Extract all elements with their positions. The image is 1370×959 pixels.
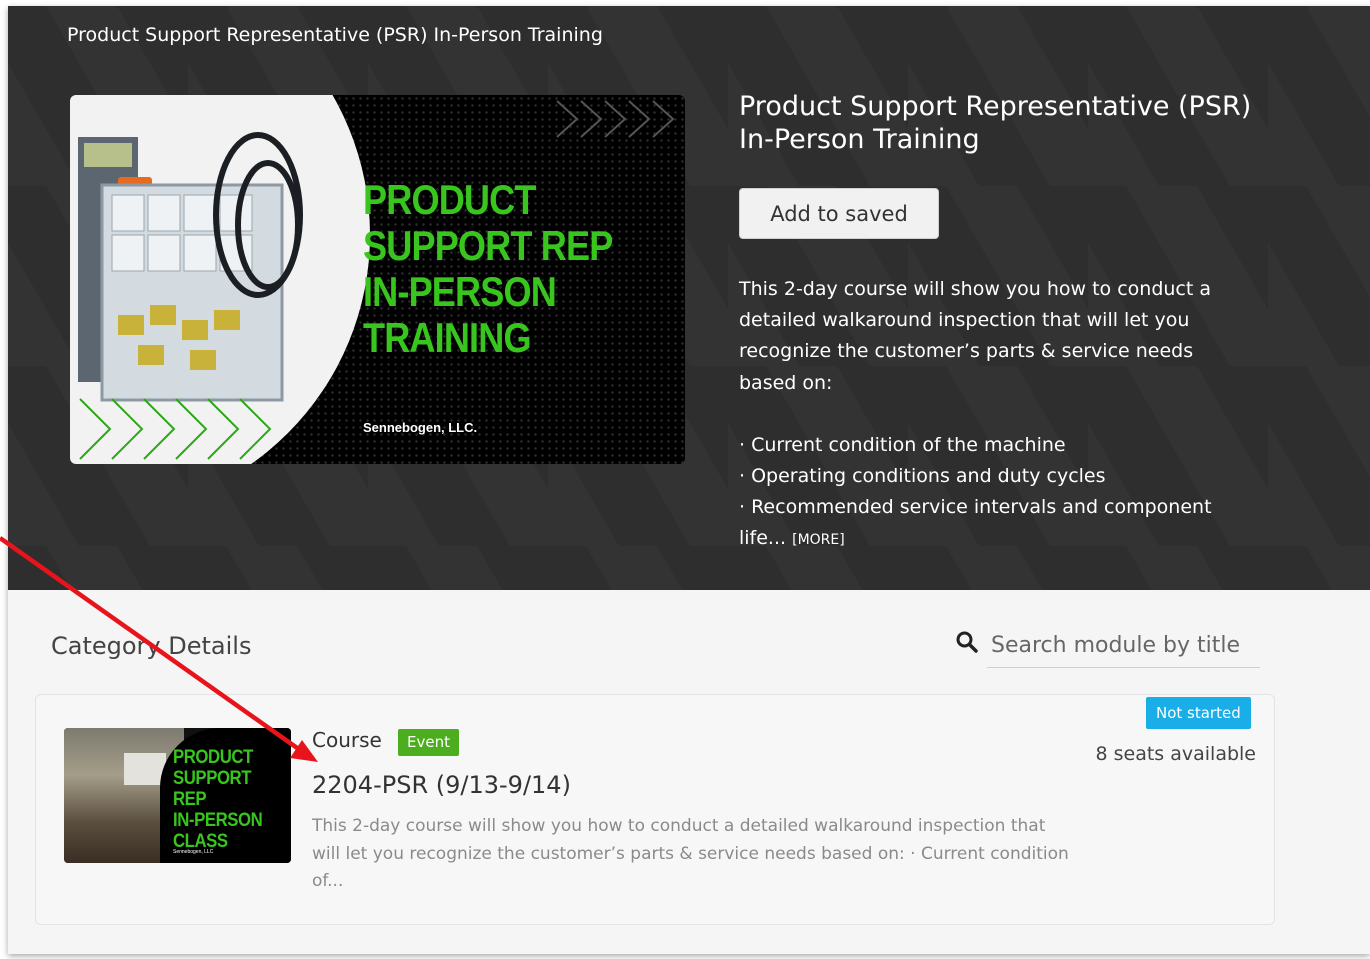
more-link[interactable]: [MORE] — [792, 532, 845, 548]
search-icon[interactable] — [955, 630, 979, 654]
chevron-pattern-icon — [556, 100, 675, 138]
description-bullet: · Operating conditions and duty cycles — [739, 465, 1106, 488]
hero-description: This 2-day course will show you how to c… — [739, 274, 1239, 557]
category-hero: Product Support Representative (PSR) In-… — [8, 6, 1370, 590]
category-details-heading: Category Details — [51, 632, 252, 660]
hero-image-title: PRODUCT SUPPORT REP IN-PERSON TRAINING — [363, 176, 613, 361]
add-to-saved-button[interactable]: Add to saved — [739, 188, 939, 239]
module-card[interactable]: PRODUCT SUPPORT REP IN-PERSON CLASS Senn… — [35, 694, 1275, 925]
search-input[interactable] — [991, 627, 1251, 663]
module-title[interactable]: 2204-PSR (9/13-9/14) — [312, 771, 571, 799]
module-search — [956, 627, 1260, 668]
hero-image: PRODUCT SUPPORT REP IN-PERSON TRAINING S… — [70, 95, 685, 464]
module-description: This 2-day course will show you how to c… — [312, 816, 1069, 891]
seats-available: 8 seats available — [1095, 743, 1256, 765]
hero-image-company: Sennebogen, LLC. — [363, 420, 478, 435]
description-intro: This 2-day course will show you how to c… — [739, 278, 1212, 394]
module-type: Course — [312, 728, 382, 752]
thumbnail-title: PRODUCT SUPPORT REP IN-PERSON CLASS — [173, 746, 263, 852]
toolbox-illustration — [78, 132, 303, 402]
event-badge: Event — [398, 729, 459, 756]
thumbnail-company: Sennebogen, LLC — [173, 849, 214, 855]
chevron-pattern-icon — [79, 398, 272, 460]
module-thumbnail[interactable]: PRODUCT SUPPORT REP IN-PERSON CLASS Senn… — [64, 728, 291, 863]
status-badge: Not started — [1146, 697, 1251, 729]
page-frame: Product Support Representative (PSR) In-… — [8, 6, 1370, 954]
description-bullet: · Recommended service intervals and comp… — [739, 492, 1239, 556]
hero-title: Product Support Representative (PSR) In-… — [739, 91, 1252, 155]
description-bullet: · Current condition of the machine — [739, 433, 1066, 456]
breadcrumb: Product Support Representative (PSR) In-… — [67, 24, 603, 46]
